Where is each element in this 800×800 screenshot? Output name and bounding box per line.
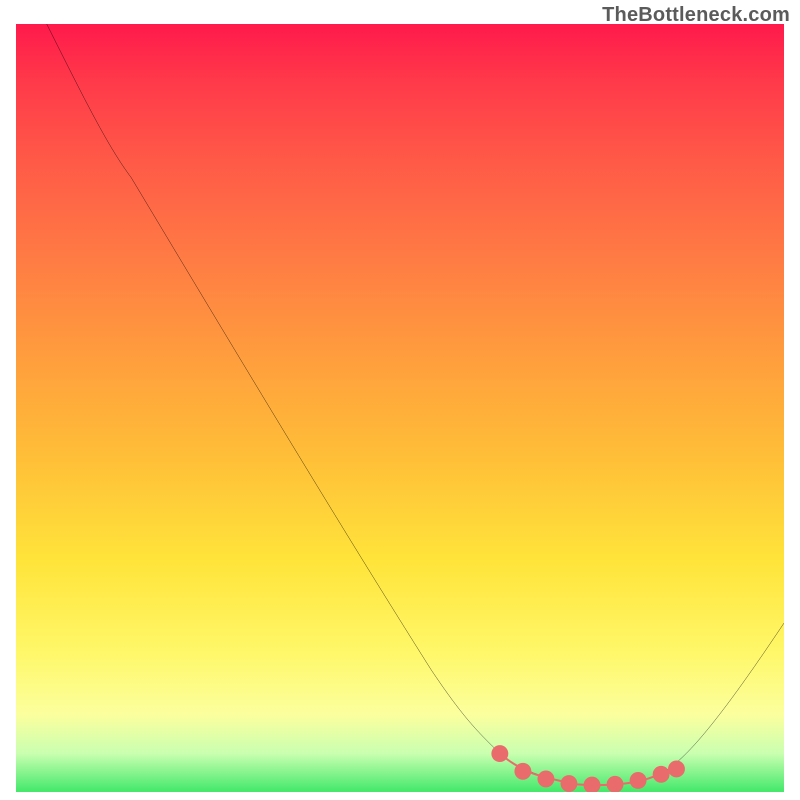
- chart-container: TheBottleneck.com: [0, 0, 800, 800]
- plot-area: [16, 24, 784, 792]
- bottleneck-curve: [47, 24, 784, 785]
- optimal-band-dots: [491, 745, 685, 792]
- attribution-label: TheBottleneck.com: [602, 4, 790, 27]
- chart-svg: [16, 24, 784, 792]
